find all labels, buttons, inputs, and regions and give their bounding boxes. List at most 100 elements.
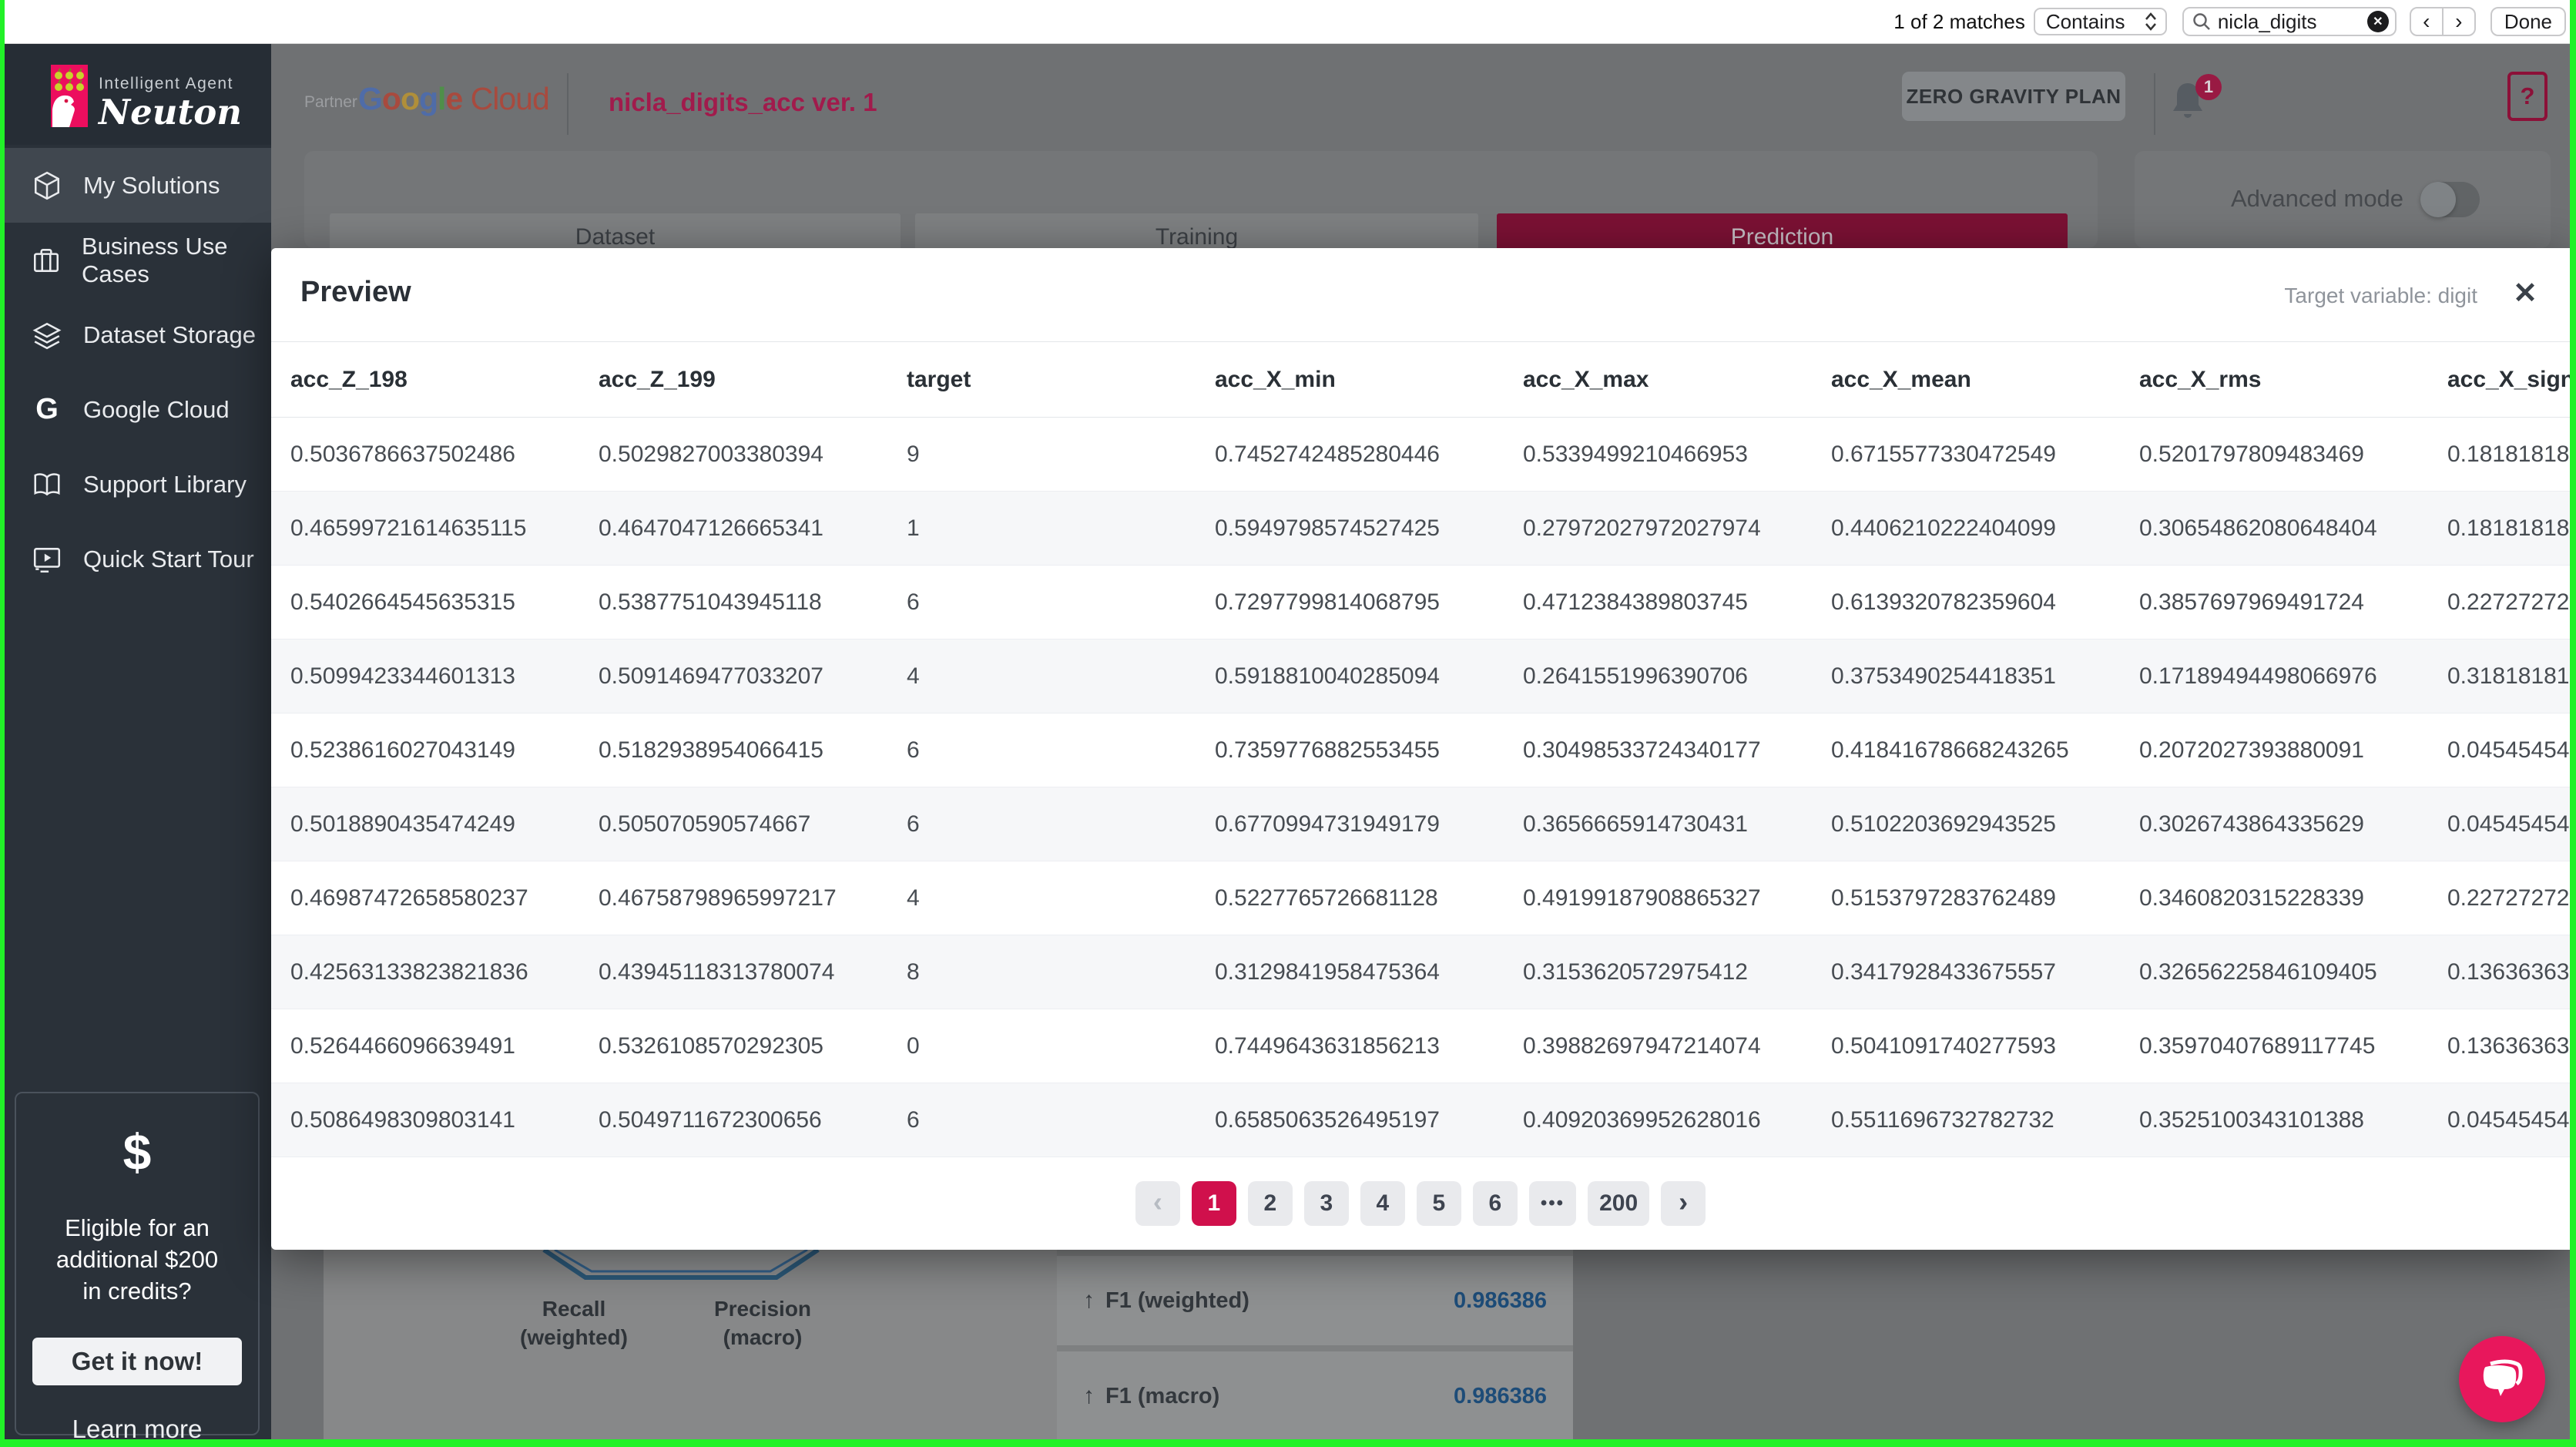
- pagination: ‹ 1 2 3 4 5 6 ••• 200 ›: [271, 1157, 2570, 1250]
- neuton-logo-icon: [51, 65, 88, 127]
- table-row: 0.42563133823821836 0.43945118313780074 8 0…: [271, 935, 2570, 1009]
- model-quality-panel: Recall (weighted) Precision (macro) ↑ F1 …: [324, 1250, 1573, 1441]
- table-cell: 0.045454545: [2447, 811, 2570, 837]
- column-header: acc_X_min: [1215, 366, 1336, 392]
- pagination-next-button[interactable]: ›: [1661, 1180, 1706, 1226]
- preview-table: acc_Z_198 acc_Z_199 target acc_X_min acc_X_m…: [271, 341, 2570, 1157]
- table-cell: 0.17189494498066976: [2139, 663, 2377, 689]
- table-cell: 0.5153797283762489: [1831, 885, 2056, 911]
- tour-icon: [31, 543, 63, 576]
- table-cell: 0: [907, 1032, 920, 1059]
- table-cell: 0.46758798965997217: [599, 885, 837, 911]
- sidebar-item-support-library[interactable]: Support Library: [5, 447, 271, 522]
- table-cell: 0.42563133823821836: [290, 959, 528, 985]
- clear-search-icon[interactable]: ✕: [2366, 11, 2389, 32]
- book-icon: [31, 468, 63, 501]
- pagination-ellipsis[interactable]: •••: [1528, 1180, 1577, 1226]
- table-cell: 0.227272727: [2447, 885, 2570, 911]
- plan-badge-button[interactable]: ZERO GRAVITY PLAN: [1902, 72, 2125, 121]
- find-prev-button[interactable]: ‹: [2411, 8, 2444, 35]
- table-cell: 0.49199187908865327: [1523, 885, 1761, 911]
- table-cell: 0.5949798574527425: [1215, 515, 1440, 541]
- sidebar-item-business-use-cases[interactable]: Business Use Cases: [5, 223, 271, 297]
- table-cell: 0.5029827003380394: [599, 441, 823, 467]
- table-cell: 9: [907, 441, 920, 467]
- chat-widget-button[interactable]: [2459, 1336, 2545, 1422]
- column-header: acc_Z_198: [290, 366, 408, 392]
- find-next-button[interactable]: ›: [2444, 8, 2474, 35]
- sidebar-item-dataset-storage[interactable]: Dataset Storage: [5, 297, 271, 372]
- metric-label: F1 (weighted): [1105, 1288, 1249, 1313]
- chevron-left-icon: ‹: [1152, 1185, 1162, 1217]
- sidebar-item-quick-start-tour[interactable]: Quick Start Tour: [5, 522, 271, 596]
- table-cell: 0.5238616027043149: [290, 737, 515, 763]
- brand-logo: Intelligent Agent Neuton: [5, 44, 271, 145]
- column-header: acc_X_mean: [1831, 366, 1971, 392]
- table-cell: 0.505070590574667: [599, 811, 811, 837]
- pagination-page-5[interactable]: 5: [1416, 1180, 1461, 1226]
- table-cell: 0.43945118313780074: [599, 959, 835, 985]
- partner-label: Partner: [304, 93, 357, 111]
- table-cell: 6: [907, 589, 920, 615]
- get-it-now-button[interactable]: Get it now!: [32, 1338, 242, 1385]
- find-done-button[interactable]: Done: [2490, 7, 2566, 36]
- table-cell: 0.5326108570292305: [599, 1032, 823, 1059]
- table-row: 0.46599721614635115 0.4647047126665341 1 0.…: [271, 492, 2570, 566]
- table-cell: 0.7449643631856213: [1215, 1032, 1440, 1059]
- table-cell: 4: [907, 885, 920, 911]
- notification-badge: 1: [2195, 74, 2222, 100]
- brand-name: Neuton: [99, 92, 242, 133]
- close-icon[interactable]: ✕: [2513, 276, 2537, 311]
- table-cell: 0.41841678668243265: [1831, 737, 2069, 763]
- capture-frame-right: [2570, 0, 2576, 1447]
- advanced-mode-toggle[interactable]: [2420, 182, 2480, 217]
- sidebar-item-label: Support Library: [83, 470, 247, 498]
- select-arrows-icon: [2145, 12, 2156, 31]
- capture-frame-left: [0, 0, 5, 1447]
- table-cell: 0.2641551996390706: [1523, 663, 1748, 689]
- advanced-mode-label: Advanced mode: [2231, 185, 2404, 212]
- pagination-page-4[interactable]: 4: [1360, 1180, 1405, 1226]
- briefcase-icon: [31, 244, 62, 277]
- table-cell: 0.318181818: [2447, 663, 2570, 689]
- sidebar-item-my-solutions[interactable]: My Solutions: [5, 148, 271, 223]
- toggle-knob: [2420, 182, 2456, 217]
- table-cell: 0.5918810040285094: [1215, 663, 1440, 689]
- radar-axis-label: Recall (weighted): [520, 1297, 628, 1349]
- google-cloud-logo: Google Cloud: [358, 81, 550, 117]
- table-cell: 0.3753490254418351: [1831, 663, 2056, 689]
- pagination-page-200[interactable]: 200: [1588, 1180, 1650, 1226]
- column-header: acc_X_rms: [2139, 366, 2262, 392]
- google-g-icon: G: [35, 393, 59, 425]
- capture-frame-bottom: [0, 1439, 2576, 1447]
- table-cell: 0.2072027393880091: [2139, 737, 2364, 763]
- find-search-input[interactable]: nicla_digits ✕: [2182, 7, 2397, 36]
- find-filter-select[interactable]: Contains: [2033, 8, 2167, 35]
- pagination-page-6[interactable]: 6: [1472, 1180, 1518, 1226]
- table-cell: 0.4647047126665341: [599, 515, 823, 541]
- radar-chart-icon: [542, 1250, 820, 1280]
- pagination-prev-button[interactable]: ‹: [1135, 1180, 1180, 1226]
- chat-icon: [2483, 1359, 2523, 1396]
- table-cell: 0.181818181: [2447, 515, 2570, 541]
- sidebar-item-label: Quick Start Tour: [83, 545, 254, 572]
- radar-axis-label: Precision (macro): [713, 1297, 812, 1349]
- pagination-page-2[interactable]: 2: [1247, 1180, 1293, 1226]
- google-logo-word: Google: [358, 81, 463, 116]
- column-header: target: [907, 366, 971, 392]
- sidebar-item-label: Google Cloud: [83, 395, 230, 423]
- table-row: 0.5086498309803141 0.5049711672300656 6 0.6…: [271, 1083, 2570, 1157]
- find-filter-value: Contains: [2045, 9, 2125, 33]
- table-cell: 0.35970407689117745: [2139, 1032, 2376, 1059]
- table-cell: 4: [907, 663, 920, 689]
- sidebar-item-google-cloud[interactable]: G Google Cloud: [5, 372, 271, 447]
- notifications-button[interactable]: 1: [2168, 74, 2222, 133]
- pagination-page-1[interactable]: 1: [1191, 1180, 1236, 1226]
- table-cell: 0.39882697947214074: [1523, 1032, 1761, 1059]
- table-cell: 0.46987472658580237: [290, 885, 528, 911]
- help-button[interactable]: ?: [2507, 72, 2547, 121]
- google-cloud-word: Cloud: [462, 81, 550, 116]
- table-cell: 0.5091469477033207: [599, 663, 823, 689]
- table-cell: 6: [907, 811, 920, 837]
- pagination-page-3[interactable]: 3: [1303, 1180, 1349, 1226]
